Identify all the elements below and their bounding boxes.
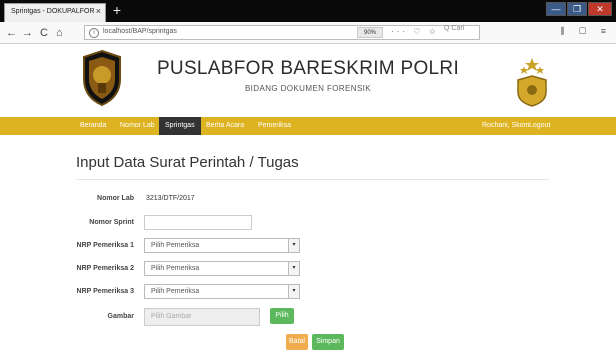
main-menu: Beranda Nomor Lab Sprintgas Berita Acara… (0, 117, 616, 135)
page-actions-icons[interactable]: ··· ♡ ☆ (391, 27, 439, 36)
maximize-button[interactable]: ❐ (567, 2, 587, 16)
menu-item-berita-acara[interactable]: Berita Acara (206, 117, 244, 135)
minimize-button[interactable]: — (546, 2, 566, 16)
info-icon[interactable]: i (89, 28, 99, 38)
menu-item-beranda[interactable]: Beranda (80, 117, 106, 135)
toolbar-icons[interactable]: ⫼ ▢ ≡ (560, 26, 612, 37)
chevron-down-icon: ▾ (288, 262, 299, 275)
nomor-sprint-input[interactable] (144, 215, 252, 230)
menu-item-nomor-lab[interactable]: Nomor Lab (120, 117, 155, 135)
logout-link[interactable]: Logout (529, 117, 550, 135)
nomor-lab-value: 3213/DTF/2017 (146, 195, 195, 202)
nrp-pemeriksa-2-label: NRP Pemeriksa 2 (76, 265, 134, 272)
tab-title: Sprintgas - DOKUPALFOR (11, 8, 95, 15)
menu-item-sprintgas[interactable]: Sprintgas (159, 117, 201, 135)
simpan-button[interactable]: Simpan (312, 334, 344, 350)
nrp-pemeriksa-1-value: Pilih Pemeriksa (151, 242, 200, 249)
nrp-pemeriksa-3-label: NRP Pemeriksa 3 (76, 288, 134, 295)
browser-tab-bar: Sprintgas - DOKUPALFOR × + — ❐ ✕ (0, 0, 616, 22)
pilih-button[interactable]: Pilih (270, 308, 294, 324)
back-icon[interactable]: ← (6, 26, 17, 40)
nrp-pemeriksa-2-value: Pilih Pemeriksa (151, 265, 200, 272)
site-title: PUSLABFOR BARESKRIM POLRI (156, 58, 460, 79)
gambar-label: Gambar (107, 313, 134, 320)
gambar-input[interactable]: Pilih Gambar (144, 308, 260, 326)
main-content: Input Data Surat Perintah / Tugas Nomor … (0, 135, 616, 355)
nomor-lab-label: Nomor Lab (97, 195, 134, 202)
chevron-down-icon: ▾ (288, 239, 299, 252)
address-bar[interactable]: i localhost/BAP/sprintgas 90% ··· ♡ ☆ (84, 25, 480, 40)
reload-icon[interactable]: C (40, 26, 48, 40)
close-window-button[interactable]: ✕ (588, 2, 612, 16)
zoom-level[interactable]: 90% (357, 27, 383, 38)
chevron-down-icon: ▾ (288, 285, 299, 298)
page-title: Input Data Surat Perintah / Tugas (76, 154, 299, 171)
window-controls: — ❐ ✕ (546, 2, 612, 16)
search-box[interactable]: Q Cari (444, 22, 482, 35)
nrp-pemeriksa-1-label: NRP Pemeriksa 1 (76, 242, 134, 249)
tab-close-icon[interactable]: × (96, 6, 101, 16)
nrp-pemeriksa-3-value: Pilih Pemeriksa (151, 288, 200, 295)
nrp-pemeriksa-3-select[interactable]: Pilih Pemeriksa ▾ (144, 284, 300, 299)
menu-item-pemeriksa[interactable]: Pemeriksa (258, 117, 291, 135)
nomor-sprint-label: Nomor Sprint (89, 219, 134, 226)
user-name[interactable]: Rochani, Skom (482, 117, 529, 135)
nrp-pemeriksa-2-select[interactable]: Pilih Pemeriksa ▾ (144, 261, 300, 276)
browser-nav-bar: ← → C ⌂ i localhost/BAP/sprintgas 90% ··… (0, 22, 616, 44)
divider (76, 179, 549, 180)
url-text: localhost/BAP/sprintgas (103, 28, 177, 35)
browser-tab[interactable]: Sprintgas - DOKUPALFOR × (4, 3, 106, 22)
nrp-pemeriksa-1-select[interactable]: Pilih Pemeriksa ▾ (144, 238, 300, 253)
forward-icon[interactable]: → (22, 26, 33, 40)
new-tab-button[interactable]: + (110, 2, 124, 18)
site-subtitle: BIDANG DOKUMEN FORENSIK (244, 84, 372, 93)
batal-button[interactable]: Batal (286, 334, 308, 350)
home-icon[interactable]: ⌂ (56, 26, 63, 40)
